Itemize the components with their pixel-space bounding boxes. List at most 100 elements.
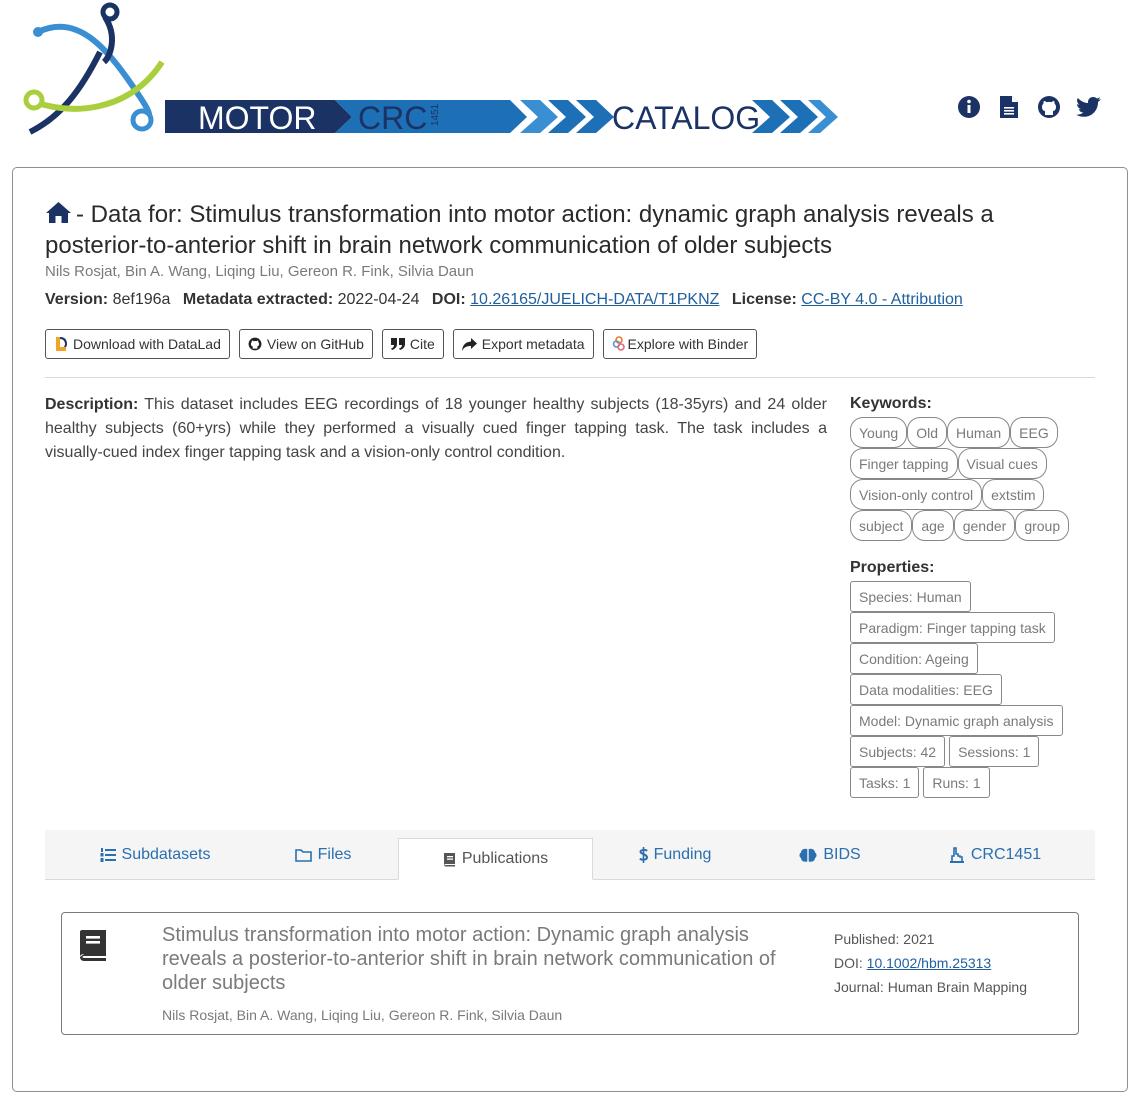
tab-crc1451[interactable]: CRC1451 xyxy=(935,830,1055,880)
tab-files[interactable]: Files xyxy=(273,830,373,880)
license-link[interactable]: CC-BY 4.0 - Attribution xyxy=(801,291,963,308)
doi-label: DOI: xyxy=(431,291,466,308)
keyword-tag[interactable]: group xyxy=(1015,510,1070,541)
description-label: Description: xyxy=(45,396,139,413)
published-value: 2021 xyxy=(903,931,935,947)
publication-doi-label: DOI: xyxy=(834,955,863,971)
properties-heading: Properties: xyxy=(850,559,935,576)
tab-funding-label: Funding xyxy=(653,846,712,863)
property-tag[interactable]: Condition: Ageing xyxy=(850,643,978,674)
keyword-tag[interactable]: subject xyxy=(850,510,913,541)
tab-funding[interactable]: Funding xyxy=(620,830,730,880)
logo-crc-number: 1451 xyxy=(430,103,441,126)
explore-binder-label: Explore with Binder xyxy=(627,336,749,352)
dataset-authors: Nils Rosjat, Bin A. Wang, Liqing Liu, Ge… xyxy=(45,263,474,280)
site-header: MOTOR CRC 1451 CATALOG xyxy=(0,0,1142,160)
extracted-label: Metadata extracted: xyxy=(182,291,334,308)
keyword-tag[interactable]: age xyxy=(912,510,954,541)
keyword-tag[interactable]: EEG xyxy=(1010,417,1058,448)
tab-crc1451-label: CRC1451 xyxy=(970,846,1042,863)
property-tag[interactable]: Tasks: 1 xyxy=(850,767,920,798)
brain-icon xyxy=(799,848,817,862)
dollar-icon xyxy=(638,847,648,863)
twitter-icon[interactable] xyxy=(1076,94,1102,120)
keywords-heading: Keywords: xyxy=(850,395,932,412)
publication-meta: Published: 2021 DOI: 10.1002/hbm.25313 J… xyxy=(834,927,1027,999)
publication-doi-link[interactable]: 10.1002/hbm.25313 xyxy=(867,955,992,971)
description-text: This dataset includes EEG recordings of … xyxy=(45,396,828,461)
share-icon xyxy=(461,337,477,351)
property-tag[interactable]: Data modalities: EEG xyxy=(850,674,1002,705)
list-ol-icon xyxy=(100,848,116,862)
keyword-tag[interactable]: Finger tapping xyxy=(850,448,958,479)
datalad-icon xyxy=(56,337,67,351)
export-metadata-label: Export metadata xyxy=(481,336,585,352)
property-tag[interactable]: Species: Human xyxy=(850,581,971,612)
quote-icon xyxy=(390,338,405,350)
action-buttons: Download with DataLad View on GitHub Cit… xyxy=(45,329,758,359)
keyword-tag[interactable]: gender xyxy=(953,510,1016,541)
book-icon xyxy=(443,852,455,866)
property-tag[interactable]: Paradigm: Finger tapping task xyxy=(850,612,1055,643)
view-github-button[interactable]: View on GitHub xyxy=(238,329,373,359)
github-icon xyxy=(248,337,262,351)
keyword-tag[interactable]: Old xyxy=(907,417,947,448)
logo-motor-text: MOTOR xyxy=(198,100,317,136)
keyword-tag[interactable]: Young xyxy=(850,417,908,448)
divider xyxy=(45,377,1095,378)
publication-title[interactable]: Stimulus transformation into motor actio… xyxy=(162,923,812,995)
published-label: Published: xyxy=(834,931,900,947)
keyword-tag[interactable]: Vision-only control xyxy=(850,479,983,510)
tab-publications[interactable]: Publications xyxy=(398,838,593,880)
keyword-tag[interactable]: extstim xyxy=(982,479,1045,510)
version-value: 8ef196a xyxy=(112,291,171,308)
dataset-tabs: Subdatasets Files Publications Funding B… xyxy=(45,830,1095,880)
tab-subdatasets-label: Subdatasets xyxy=(121,846,211,863)
properties-section: Properties: Species: Human Paradigm: Fin… xyxy=(850,559,1090,798)
home-icon[interactable] xyxy=(45,201,72,231)
publication-authors: Nils Rosjat, Bin A. Wang, Liqing Liu, Ge… xyxy=(162,1007,563,1023)
publication-card[interactable]: Stimulus transformation into motor actio… xyxy=(61,912,1079,1035)
logo-crc-text: CRC xyxy=(358,100,427,136)
tab-files-label: Files xyxy=(317,846,352,863)
cite-button[interactable]: Cite xyxy=(381,329,444,359)
binder-icon xyxy=(612,336,625,351)
properties-list: Species: Human Paradigm: Finger tapping … xyxy=(850,581,1090,798)
download-datalad-button[interactable]: Download with DataLad xyxy=(45,329,230,359)
tab-bids[interactable]: BIDS xyxy=(785,830,875,880)
cite-label: Cite xyxy=(409,336,435,352)
keyword-tag[interactable]: Visual cues xyxy=(957,448,1047,479)
export-metadata-button[interactable]: Export metadata xyxy=(452,329,594,359)
github-icon[interactable] xyxy=(1036,94,1062,120)
keywords-list: Young Old Human EEG Finger tapping Visua… xyxy=(850,417,1090,541)
info-icon[interactable] xyxy=(956,94,982,120)
page-title: - Data for: Stimulus transformation into… xyxy=(45,200,1095,260)
dataset-card: - Data for: Stimulus transformation into… xyxy=(12,167,1128,1092)
journal-label: Journal: xyxy=(834,979,884,995)
dataset-doi-link[interactable]: 10.26165/JUELICH-DATA/T1PKNZ xyxy=(470,291,719,308)
property-tag[interactable]: Subjects: 42 xyxy=(850,736,946,767)
tab-bids-label: BIDS xyxy=(823,846,861,863)
explore-binder-button[interactable]: Explore with Binder xyxy=(602,329,758,359)
header-icon-links xyxy=(956,94,1102,120)
logo-catalog-text: CATALOG xyxy=(612,100,760,136)
dataset-title: - Data for: Stimulus transformation into… xyxy=(45,201,994,259)
dataset-description: Description: This dataset includes EEG r… xyxy=(45,393,827,465)
property-tag[interactable]: Runs: 1 xyxy=(923,767,990,798)
property-tag[interactable]: Model: Dynamic graph analysis xyxy=(850,705,1063,736)
tab-publications-label: Publications xyxy=(461,850,549,867)
hand-pointer-icon xyxy=(949,847,964,863)
sidebar-metadata: Keywords: Young Old Human EEG Finger tap… xyxy=(850,395,1090,798)
view-github-label: View on GitHub xyxy=(266,336,364,352)
version-label: Version: xyxy=(45,291,109,308)
download-datalad-label: Download with DataLad xyxy=(73,336,221,352)
license-label: License: xyxy=(731,291,797,308)
property-tag[interactable]: Sessions: 1 xyxy=(949,736,1040,767)
book-icon xyxy=(78,929,108,968)
keyword-tag[interactable]: Human xyxy=(947,417,1011,448)
extracted-value: 2022-04-24 xyxy=(337,291,420,308)
tab-subdatasets[interactable]: Subdatasets xyxy=(65,830,245,880)
document-icon[interactable] xyxy=(996,94,1022,120)
motor-crc-catalog-logo[interactable]: MOTOR CRC 1451 CATALOG xyxy=(20,2,840,152)
folder-icon xyxy=(294,849,312,862)
